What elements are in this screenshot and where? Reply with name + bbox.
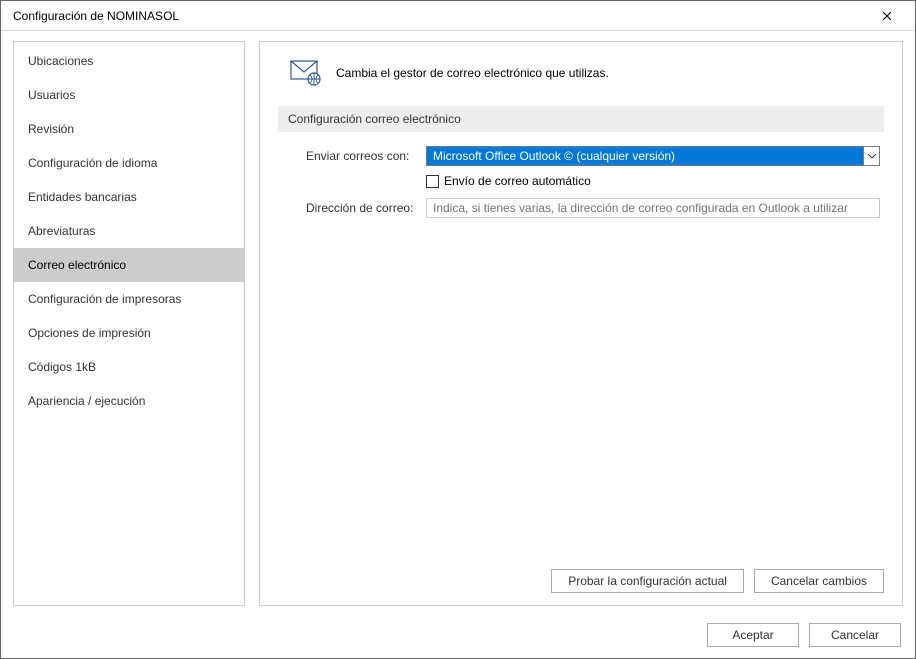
sidebar: Ubicaciones Usuarios Revisión Configurac… [13,41,245,606]
auto-send-label[interactable]: Envío de correo automático [444,174,591,188]
section-title: Configuración correo electrónico [278,106,884,132]
dialog-footer: Aceptar Cancelar [1,612,915,658]
content-header-text: Cambia el gestor de correo electrónico q… [336,66,609,80]
content-panel: Cambia el gestor de correo electrónico q… [259,41,903,606]
send-with-row: Enviar correos con: Microsoft Office Out… [306,146,880,166]
sidebar-item-impresoras[interactable]: Configuración de impresoras [14,282,244,316]
ok-button[interactable]: Aceptar [707,623,799,647]
email-row: Dirección de correo: [306,198,880,218]
auto-send-checkbox[interactable] [426,175,439,188]
send-with-combo[interactable]: Microsoft Office Outlook © (cualquier ve… [426,146,880,166]
window-title: Configuración de NOMINASOL [13,9,867,23]
form-area: Enviar correos con: Microsoft Office Out… [278,146,884,226]
email-input[interactable] [426,198,880,218]
sidebar-item-opciones-impresion[interactable]: Opciones de impresión [14,316,244,350]
sidebar-item-entidades[interactable]: Entidades bancarias [14,180,244,214]
sidebar-item-abreviaturas[interactable]: Abreviaturas [14,214,244,248]
chevron-down-icon [868,154,876,159]
content-button-row: Probar la configuración actual Cancelar … [278,569,884,593]
sidebar-item-label: Códigos 1kB [28,360,96,374]
button-label: Probar la configuración actual [568,574,727,588]
sidebar-item-label: Correo electrónico [28,258,126,272]
close-button[interactable] [867,2,907,30]
sidebar-item-correo[interactable]: Correo electrónico [14,248,244,282]
button-label: Cancelar cambios [771,574,867,588]
sidebar-item-label: Ubicaciones [28,54,93,68]
sidebar-item-label: Revisión [28,122,74,136]
sidebar-item-label: Usuarios [28,88,75,102]
sidebar-item-ubicaciones[interactable]: Ubicaciones [14,44,244,78]
auto-send-row: Envío de correo automático [426,174,880,188]
sidebar-item-label: Configuración de idioma [28,156,157,170]
sidebar-item-usuarios[interactable]: Usuarios [14,78,244,112]
send-with-value: Microsoft Office Outlook © (cualquier ve… [426,146,864,166]
button-label: Aceptar [732,628,773,642]
sidebar-item-apariencia[interactable]: Apariencia / ejecución [14,384,244,418]
mail-globe-icon [290,60,322,86]
cancel-changes-button[interactable]: Cancelar cambios [754,569,884,593]
sidebar-item-codigos[interactable]: Códigos 1kB [14,350,244,384]
cancel-button[interactable]: Cancelar [809,623,901,647]
test-config-button[interactable]: Probar la configuración actual [551,569,744,593]
sidebar-item-label: Configuración de impresoras [28,292,181,306]
sidebar-item-label: Abreviaturas [28,224,95,238]
sidebar-item-label: Opciones de impresión [28,326,151,340]
config-dialog: Configuración de NOMINASOL Ubicaciones U… [0,0,916,659]
sidebar-item-label: Apariencia / ejecución [28,394,145,408]
sidebar-item-revision[interactable]: Revisión [14,112,244,146]
titlebar: Configuración de NOMINASOL [1,1,915,31]
send-with-label: Enviar correos con: [306,149,426,163]
email-label: Dirección de correo: [306,201,426,215]
content-header: Cambia el gestor de correo electrónico q… [278,60,884,86]
button-label: Cancelar [831,628,879,642]
combo-arrow-button[interactable] [864,146,880,166]
dialog-body: Ubicaciones Usuarios Revisión Configurac… [1,31,915,612]
sidebar-item-label: Entidades bancarias [28,190,137,204]
close-icon [882,11,892,21]
sidebar-item-idioma[interactable]: Configuración de idioma [14,146,244,180]
